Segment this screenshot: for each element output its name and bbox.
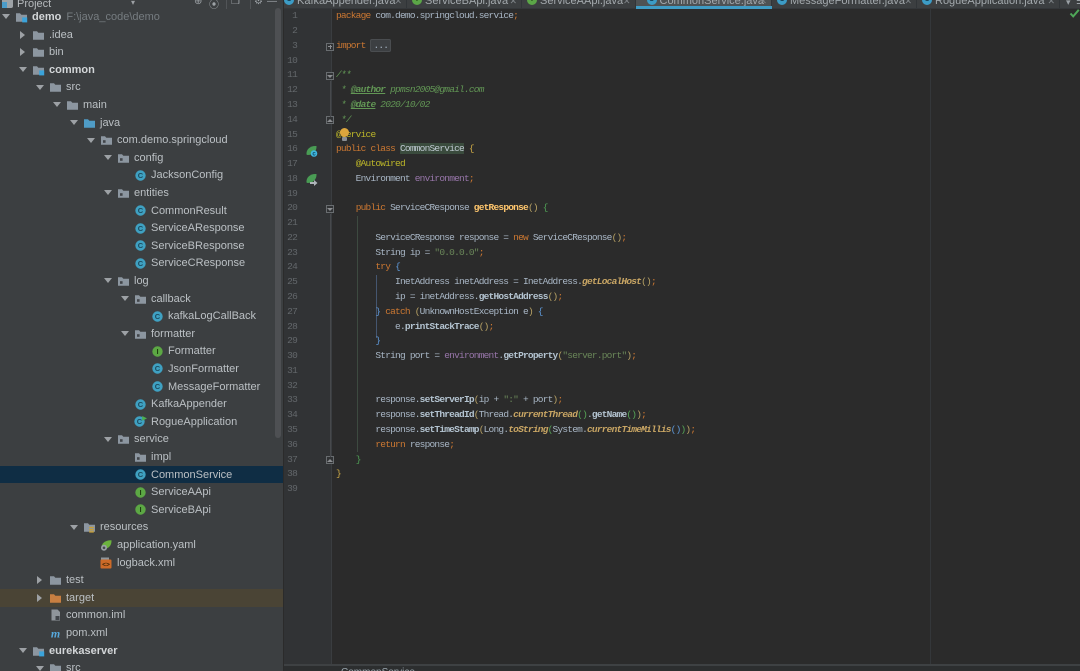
svg-text:C: C [155,312,161,321]
svg-text:I: I [139,505,141,514]
svg-text:C: C [138,241,144,250]
svg-text:C: C [138,171,144,180]
svg-text:C: C [155,365,161,374]
svg-text:I: I [139,488,141,497]
svg-text:C: C [138,224,144,233]
svg-text:<>: <> [102,561,110,568]
svg-text:C: C [138,206,144,215]
svg-text:C: C [155,382,161,391]
svg-text:C: C [138,470,144,479]
svg-text:m: m [51,627,60,639]
svg-text:I: I [156,347,158,356]
svg-text:C: C [138,400,144,409]
svg-text:C: C [138,259,144,268]
svg-text:C: C [137,417,143,426]
